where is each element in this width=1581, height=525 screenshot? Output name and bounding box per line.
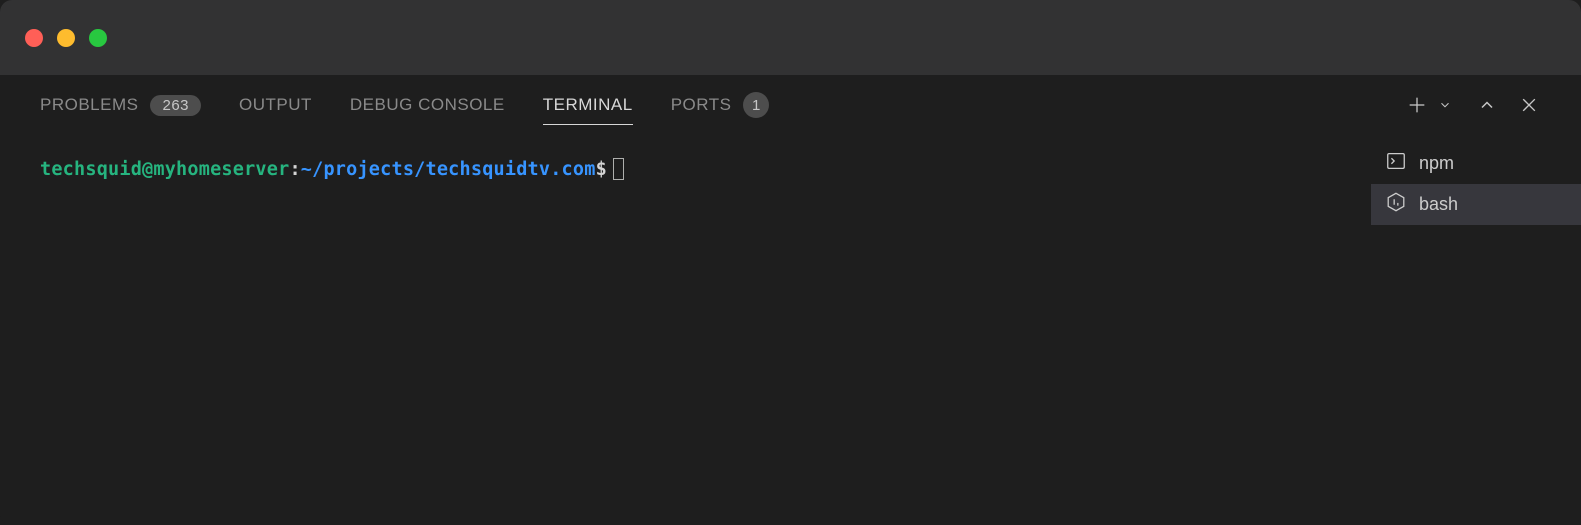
terminal-list-item-label: npm	[1419, 153, 1454, 174]
tab-terminal[interactable]: TERMINAL	[543, 87, 633, 123]
terminal-list-item-npm[interactable]: npm	[1371, 143, 1581, 184]
ports-count-badge: 1	[743, 92, 769, 118]
terminal-list-item-label: bash	[1419, 194, 1458, 215]
new-terminal-button[interactable]	[1405, 93, 1429, 117]
tab-output-label: OUTPUT	[239, 95, 312, 115]
prompt-dollar: $	[596, 159, 607, 180]
tab-problems[interactable]: PROBLEMS 263	[40, 87, 201, 124]
bash-hex-icon	[1385, 191, 1407, 218]
tab-terminal-label: TERMINAL	[543, 95, 633, 115]
problems-count-badge: 263	[150, 95, 201, 116]
tab-debug-console[interactable]: DEBUG CONSOLE	[350, 87, 505, 123]
prompt-separator: :	[289, 159, 300, 180]
window-maximize-button[interactable]	[89, 29, 107, 47]
panel-actions	[1405, 93, 1541, 117]
tab-output[interactable]: OUTPUT	[239, 87, 312, 123]
terminal-output[interactable]: techsquid@myhomeserver:~/projects/techsq…	[0, 135, 1371, 525]
terminal-box-icon	[1385, 150, 1407, 177]
terminal-list: npm bash	[1371, 135, 1581, 525]
tab-ports[interactable]: PORTS 1	[671, 84, 770, 126]
tab-ports-label: PORTS	[671, 95, 732, 115]
tab-debug-console-label: DEBUG CONSOLE	[350, 95, 505, 115]
terminal-list-item-bash[interactable]: bash	[1371, 184, 1581, 225]
window-close-button[interactable]	[25, 29, 43, 47]
tab-problems-label: PROBLEMS	[40, 95, 138, 115]
new-terminal-dropdown-icon[interactable]	[1433, 93, 1457, 117]
prompt-user-host: techsquid@myhomeserver	[40, 159, 289, 180]
titlebar	[0, 0, 1581, 75]
panel-tab-bar: PROBLEMS 263 OUTPUT DEBUG CONSOLE TERMIN…	[0, 75, 1581, 135]
panel-body: techsquid@myhomeserver:~/projects/techsq…	[0, 135, 1581, 525]
maximize-panel-button[interactable]	[1475, 93, 1499, 117]
prompt-path: ~/projects/techsquidtv.com	[301, 159, 596, 180]
terminal-cursor	[613, 158, 624, 180]
editor-window: PROBLEMS 263 OUTPUT DEBUG CONSOLE TERMIN…	[0, 0, 1581, 525]
window-minimize-button[interactable]	[57, 29, 75, 47]
close-panel-button[interactable]	[1517, 93, 1541, 117]
